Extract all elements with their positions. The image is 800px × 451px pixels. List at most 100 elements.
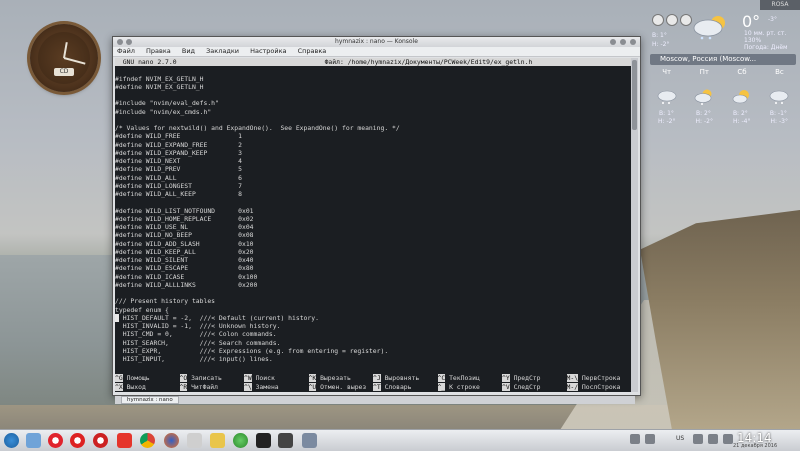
code-line: #define WILD_NEXT 4 [115,157,242,165]
scrollbar-thumb[interactable] [632,60,637,130]
shortcut-key: ^_ [437,383,446,391]
menu-bookmarks[interactable]: Закладки [206,47,239,55]
shortcut-label: Вырезать [320,374,351,382]
nano-shortcut[interactable]: ^R ЧитФайл [179,383,245,392]
weather-config-icon[interactable] [666,14,678,26]
volume-icon[interactable] [693,434,703,444]
nano-shortcut[interactable]: ^X Выход [115,383,180,392]
code-line: #define WILD_PREV 5 [115,165,242,174]
nano-shortcut[interactable]: ^K Вырезать [308,374,374,383]
nano-buffer[interactable]: #ifndef NVIM_EX_GETLN_H #define NVIM_EX_G… [115,66,631,363]
konsole-task-icon[interactable] [278,433,293,448]
opera-developer-icon[interactable] [70,433,85,448]
konsole-tab[interactable]: hymnazix : nano [121,396,179,404]
firefox-icon[interactable] [164,433,179,448]
desktop-corner-button[interactable]: ROSA [760,0,800,10]
nano-shortcut[interactable]: ^Y ПредСтр [502,374,567,383]
nano-version: GNU nano 2.7.0 [115,58,177,66]
window-titlebar[interactable]: hymnazix : nano — Konsole [113,37,640,47]
code-line: HIST_SEARCH, ///< Search commands. [115,338,281,347]
menu-settings[interactable]: Настройка [250,47,286,55]
code-line: #include "nvim/ex_cmds.h" [115,107,212,116]
code-line: HIST_INPUT, ///< input() lines. [115,355,273,363]
nano-shortcut[interactable]: ^O Записать [179,374,245,383]
chrome-icon[interactable] [140,433,155,448]
opera-icon[interactable] [48,433,63,448]
menu-edit[interactable]: Правка [146,47,171,55]
clipboard-icon[interactable] [630,434,640,444]
shortcut-label: Выровнять [384,374,420,382]
pin-icon[interactable] [126,39,132,45]
forecast-day: Пт [699,68,709,76]
shortcut-row: ^X Выход ^R ЧитФайл ^\ Замена ^U Отмен. выр… [115,383,631,392]
clock-widget[interactable]: CD [30,24,98,92]
code-line: #define WILD_ICASE 0x100 [115,272,258,281]
forecast-low: Н: -3° [770,118,788,125]
shortcut-label: Записать [191,374,222,382]
nano-shortcut[interactable]: ^G Помощь [115,374,180,383]
code-line: #define WILD_HOME_REPLACE 0x02 [115,214,254,223]
konsole-window[interactable]: hymnazix : nano — Konsole Файл Правка Ви… [112,36,641,404]
network-icon[interactable] [645,434,655,444]
text-editor-icon[interactable] [210,433,225,448]
maximize-icon[interactable] [620,39,626,45]
code-line: #define WILD_LONGEST 7 [115,181,242,190]
menu-view[interactable]: Вид [182,47,195,55]
code-line: HIST_EXPR, ///< Expressions (e.g. from e… [115,346,389,355]
nano-shortcut[interactable]: ^\ Замена [244,383,309,392]
nano-shortcut[interactable]: M-\ ПервСтрока [566,374,632,383]
nano-shortcut[interactable]: ^C ТекПозиц [437,374,503,383]
minimize-icon[interactable] [610,39,616,45]
file-manager-icon[interactable] [26,433,41,448]
code-line: HIST_DEFAULT = -2, ///< Default (current… [115,313,631,322]
forecast-high: В: 1° [659,110,674,117]
app-menu-icon[interactable] [4,433,19,448]
keyboard-layout[interactable]: US [676,435,684,442]
notifications-icon[interactable] [708,434,718,444]
system-monitor-icon[interactable] [302,433,317,448]
weather-forecast-highs: В: 1° В: 2° В: 2° В: -1° [648,110,798,117]
nano-shortcut[interactable]: ^U Отмен. вырез [308,383,374,392]
weather-detail-1: 10 мм. рт. ст. [744,30,787,37]
shortcut-label: Отмен. вырез [320,383,367,391]
battery-icon[interactable] [723,434,733,444]
nano-shortcut[interactable]: ^W Поиск [244,374,309,383]
nano-shortcuts: ^G Помощь ^O Записать ^W Поиск ^K Вырезать ^… [115,374,631,392]
code-line: #define NVIM_EX_GETLN_H [115,82,204,91]
weather-current-temp: 0° [742,12,761,31]
menu-help[interactable]: Справка [298,47,327,55]
vivaldi-icon[interactable] [117,433,132,448]
messenger-icon[interactable] [233,433,248,448]
cloud-snow-icon [657,90,677,104]
code-editor-icon[interactable] [187,433,202,448]
shortcut-key: M-/ [566,383,579,391]
weather-refresh-icon[interactable] [680,14,692,26]
nano-shortcut[interactable]: ^J Выровнять [373,374,438,383]
forecast-high: В: 2° [732,110,748,117]
nano-shortcut[interactable]: M-/ ПослСтрока [566,383,632,392]
weather-widget[interactable]: 0° -3° В: 1° Н: -2° 10 мм. рт. ст. 130% … [648,10,798,140]
sun-cloud-icon [732,90,749,104]
shortcut-key: ^V [502,383,510,391]
shortcut-row: ^G Помощь ^O Записать ^W Поиск ^K Вырезать ^… [115,374,631,383]
weather-toggle-icon[interactable] [652,14,664,26]
shortcut-label: К строке [449,383,480,391]
terminal-scrollbar[interactable] [631,58,638,392]
code-line: #define WILD_ALL 6 [115,173,242,182]
close-icon[interactable] [630,39,636,45]
terminal-icon[interactable] [256,433,271,448]
nano-shortcut[interactable]: ^T Словарь [373,383,438,392]
weather-location[interactable]: Moscow, Россия (Moscow... [650,54,796,65]
code-line: #include "nvim/eval_defs.h" [115,99,219,108]
code-line: #define WILD_EXPAND_FREE 2 [115,140,242,149]
terminal-area[interactable]: GNU nano 2.7.0 Файл: /home/hymnazix/Докум… [115,58,631,392]
window-menu-icon[interactable] [117,39,123,45]
shortcut-label: ПослСтрока [581,383,621,391]
opera-beta-icon[interactable] [93,433,108,448]
konsole-tabbar: hymnazix : nano [115,396,635,404]
menu-file[interactable]: Файл [117,47,135,55]
nano-shortcut[interactable]: ^V СледСтр [502,383,567,392]
nano-shortcut[interactable]: ^_ К строке [437,383,503,392]
system-tray-right [693,434,733,447]
